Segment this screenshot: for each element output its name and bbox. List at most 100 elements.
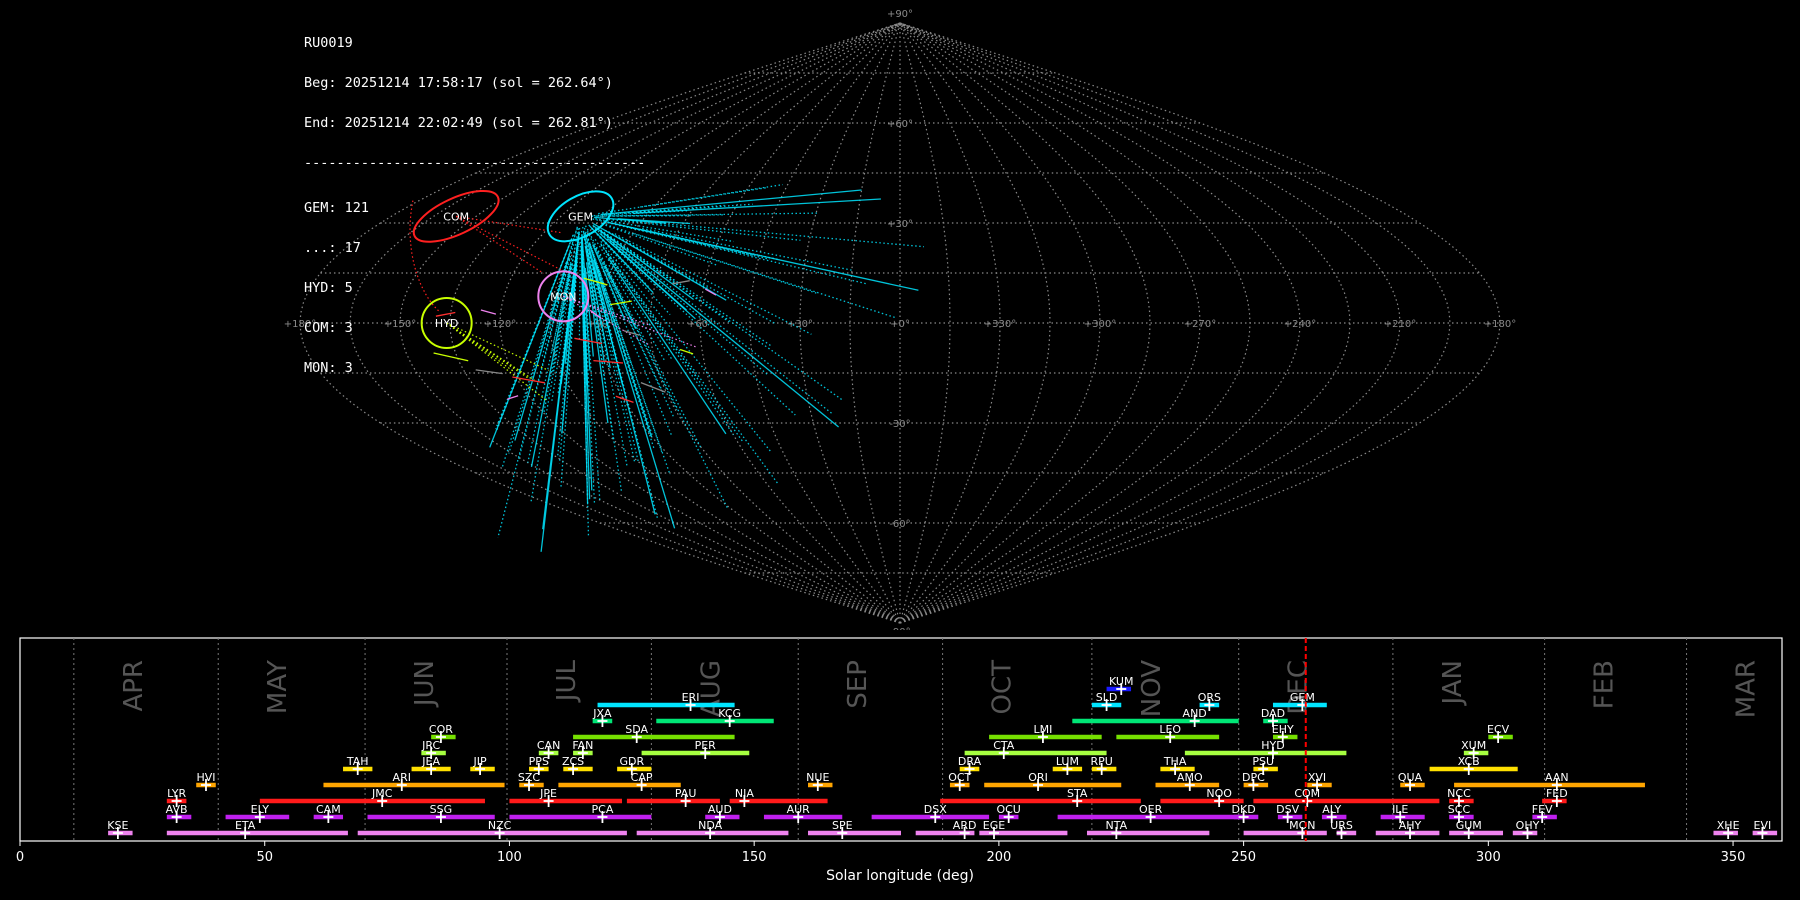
lat-tick-label: +60° [887, 119, 913, 130]
shower-label-jmc: JMC [371, 787, 393, 800]
shower-label-mon: MON [1289, 819, 1315, 832]
end-time: End: 20251214 22:02:49 (sol = 262.81°) [304, 115, 613, 132]
shower-label-avb: AVB [166, 803, 188, 816]
shower-label-lmi: LMI [1034, 723, 1053, 736]
month-label: SEP [843, 660, 873, 709]
shower-label-rpu: RPU [1091, 755, 1113, 768]
shower-label-com: COM [1294, 787, 1320, 800]
count-gem: GEM: 121 [304, 199, 370, 216]
shower-label-pps: PPS [529, 755, 549, 768]
shower-label-ehy: EHY [1272, 723, 1294, 736]
shower-label-qua: QUA [1398, 771, 1423, 784]
count-com: COM: 3 [304, 320, 353, 337]
shower-label-dkd: DKD [1232, 803, 1256, 816]
shower-label-leo: LEO [1159, 723, 1181, 736]
shower-activity-timeline: APR MAY JUN JUL AUG SEP OCT NOV DEC JAN FEB MARKUME… [16, 637, 1783, 865]
shower-label-hvi: HVI [196, 771, 215, 784]
month-label: JUL [552, 659, 582, 703]
month-label: MAY [263, 660, 293, 714]
gem-meteor-trail [634, 232, 895, 319]
lon-tick-label: +270° [1184, 319, 1216, 330]
lon-tick-label: +240° [1284, 319, 1316, 330]
begin-time: Beg: 20251214 17:58:17 (sol = 262.64°) [304, 75, 613, 92]
shower-label-pau: PAU [675, 787, 697, 800]
shower-label-dra: DRA [958, 755, 982, 768]
shower-label-ege: EGE [983, 819, 1005, 832]
x-tick-label: 200 [986, 850, 1011, 865]
shower-label-ohy: OHY [1516, 819, 1540, 832]
shower-label-nta: NTA [1106, 819, 1128, 832]
shower-label-ssg: SSG [430, 803, 453, 816]
shower-label-scc: SCC [1448, 803, 1471, 816]
shower-label-dsx: DSX [924, 803, 947, 816]
count-sporadic: ...: 17 [304, 239, 361, 256]
month-label: OCT [988, 660, 1018, 715]
shower-label-cap: CAP [631, 771, 653, 784]
shower-label-aan: AAN [1545, 771, 1569, 784]
shower-label-ncc: NCC [1447, 787, 1471, 800]
observation-info: RU0019 Beg: 20251214 17:58:17 (sol = 262… [304, 10, 645, 389]
shower-label-amo: AMO [1177, 771, 1203, 784]
shower-label-kse: KSE [107, 819, 128, 832]
lon-tick-label: +300° [1084, 319, 1116, 330]
shower-label-psu: PSU [1252, 755, 1274, 768]
shower-label-gem: GEM [1290, 691, 1315, 704]
separator-line: ----------------------------------------… [304, 155, 646, 172]
month-label: MAR [1732, 660, 1762, 718]
shower-label-aly: ALY [1322, 803, 1341, 816]
x-tick-label: 250 [1231, 850, 1256, 865]
shower-label-jxa: JXA [592, 707, 612, 720]
shower-label-jip: JIP [473, 755, 487, 768]
shower-label-nzc: NZC [488, 819, 512, 832]
shower-label-ahy: AHY [1399, 819, 1422, 832]
shower-label-tah: TAH [346, 755, 369, 768]
shower-label-aud: AUD [708, 803, 732, 816]
lon-tick-label: +30° [787, 319, 813, 330]
x-tick-label: 50 [256, 850, 273, 865]
shower-label-ile: ILE [1392, 803, 1408, 816]
shower-label-oct: OCT [948, 771, 971, 784]
shower-label-oer: OER [1139, 803, 1163, 816]
shower-label-fan: FAN [572, 739, 593, 752]
shower-label-ari: ARI [393, 771, 411, 784]
shower-label-and: AND [1183, 707, 1207, 720]
shower-label-ely: ELY [251, 803, 270, 816]
x-axis-label: Solar longitude (deg) [826, 868, 974, 884]
shower-label-dsv: DSV [1276, 803, 1299, 816]
sporadic-meteor-trail [671, 280, 690, 285]
shower-label-cam: CAM [316, 803, 341, 816]
x-tick-label: 300 [1476, 850, 1501, 865]
shower-label-fed: FED [1546, 787, 1568, 800]
shower-label-nia: NIA [735, 787, 754, 800]
x-tick-label: 350 [1721, 850, 1746, 865]
shower-label-noo: NOO [1206, 787, 1232, 800]
lon-tick-label: +0° [890, 319, 910, 330]
shower-label-xvi: XVI [1308, 771, 1326, 784]
shower-label-lyr: LYR [167, 787, 186, 800]
shower-label-hyd: HYD [1261, 739, 1284, 752]
shower-label-eri: ERI [682, 691, 700, 704]
shower-label-nue: NUE [806, 771, 829, 784]
shower-label-cor: COR [429, 723, 453, 736]
shower-label-xcb: XCB [1458, 755, 1480, 768]
x-tick-label: 0 [16, 850, 24, 865]
shower-label-jrc: JRC [421, 739, 440, 752]
month-label: JUN [410, 660, 440, 708]
shower-label-gum: GUM [1456, 819, 1482, 832]
shower-label-sda: SDA [625, 723, 648, 736]
shower-label-dad: DAD [1261, 707, 1285, 720]
month-label: JAN [1438, 660, 1468, 706]
shower-label-zcs: ZCS [562, 755, 584, 768]
lon-tick-label: +210° [1384, 319, 1416, 330]
shower-label-ocu: OCU [996, 803, 1020, 816]
lat-tick-label: +30° [887, 219, 913, 230]
shower-label-aur: AUR [787, 803, 811, 816]
shower-label-cta: CTA [993, 739, 1015, 752]
shower-label-per: PER [695, 739, 717, 752]
radiant-sky-map: +180° +150° +120° +90° +60° +30° +0° +330° +300°… [284, 9, 1516, 630]
shower-label-kum: KUM [1109, 675, 1133, 688]
lon-tick-label: +330° [984, 319, 1016, 330]
x-tick-label: 100 [497, 850, 522, 865]
x-tick-label: 150 [742, 850, 767, 865]
shower-label-eta: ETA [235, 819, 256, 832]
